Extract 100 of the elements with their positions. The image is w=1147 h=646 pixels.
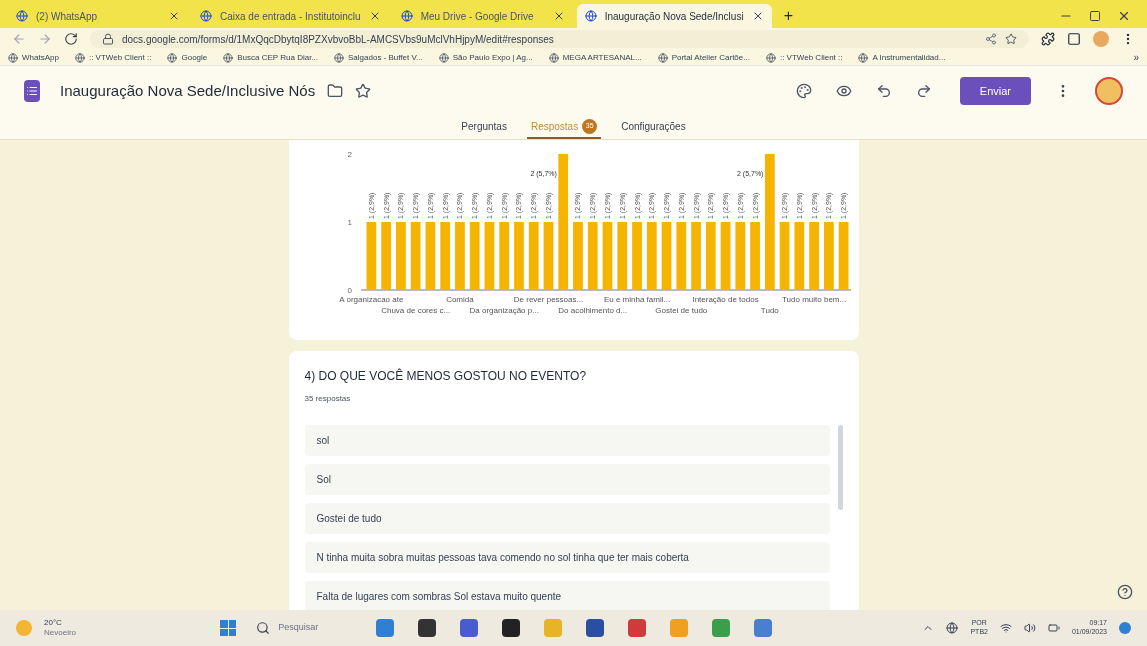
browser-tab[interactable]: Meu Drive - Google Drive — [392, 4, 573, 28]
search-icon — [256, 621, 271, 635]
bar — [395, 222, 406, 290]
sidebar-icon — [1067, 32, 1081, 46]
bar — [572, 222, 583, 290]
bar — [646, 222, 657, 290]
weather-temperature: 20°C — [44, 618, 63, 628]
bookmark[interactable]: MEGA ARTESANAL... — [548, 51, 642, 64]
form-tab[interactable]: Perguntas — [457, 116, 511, 139]
bar — [469, 222, 480, 290]
bar — [587, 222, 598, 290]
maximize-icon — [1089, 10, 1101, 22]
lock-icon — [102, 33, 114, 45]
answer-row: sol — [304, 425, 830, 456]
bookmark[interactable]: A Instrumentalidad... — [858, 51, 946, 64]
x-category-label: Eu e minha famil... — [603, 295, 670, 304]
bar — [779, 222, 789, 290]
bookmark-favicon-icon — [167, 52, 178, 63]
bar — [734, 222, 745, 290]
send-button[interactable]: Enviar — [959, 77, 1031, 105]
tab-favicon-icon — [400, 10, 413, 22]
new-tab-button[interactable]: + — [775, 4, 801, 28]
profile-avatar[interactable] — [1093, 31, 1109, 47]
bar — [602, 222, 612, 290]
bar — [513, 222, 524, 290]
taskbar-app-icon[interactable] — [586, 619, 605, 637]
weather-condition: Nevoeiro — [44, 628, 76, 638]
bookmark-favicon-icon — [223, 52, 234, 63]
bookmark[interactable]: :: VTWeb Client :: — [74, 51, 152, 64]
bar — [484, 222, 494, 290]
y-tick-label: 0 — [347, 286, 352, 295]
x-category-label: Tudo — [760, 306, 779, 315]
bookmark-favicon-icon — [548, 52, 559, 63]
question-title: 4) DO QUE VOCÊ MENOS GOSTOU NO EVENTO? — [304, 367, 588, 385]
browser-tab[interactable]: (2) WhatsApp — [8, 4, 188, 28]
bar — [838, 222, 848, 290]
palette-icon — [795, 83, 812, 99]
back-icon — [12, 32, 26, 46]
bookmark[interactable]: WhatsApp — [8, 51, 59, 64]
bar — [528, 222, 539, 290]
x-category-label: Gostei de tudo — [654, 306, 707, 315]
bookmark[interactable]: Portal Atelier Cartõe... — [657, 51, 750, 64]
bookmark[interactable]: Salgados - Buffet V... — [334, 51, 423, 64]
bar — [690, 222, 701, 290]
weather-icon — [16, 620, 32, 636]
bookmark-favicon-icon — [74, 52, 85, 63]
tab-favicon-icon — [200, 10, 212, 22]
tab-favicon-icon — [584, 10, 597, 22]
bar — [454, 222, 465, 290]
bar — [631, 222, 642, 290]
x-category-label: A organizacao ate — [338, 295, 403, 304]
bar — [498, 222, 509, 290]
address-bar[interactable]: docs.google.com/forms/d/1MxQqcDbytqI8PZXvbvoBbL-AMCSVbs9uMclVhHjpyM/edit#responses — [90, 30, 1029, 48]
close-icon — [1117, 9, 1131, 23]
more-bookmarks[interactable]: » — [1133, 50, 1139, 65]
bookmark-favicon-icon — [8, 52, 18, 63]
volume-icon — [1023, 622, 1036, 634]
start-icon[interactable] — [220, 620, 237, 636]
bookmark-favicon-icon — [765, 52, 776, 63]
wifi-icon — [999, 622, 1012, 634]
scrollbar[interactable] — [837, 425, 843, 510]
answer-row: Falta de lugares com sombras Sol estava muito quente — [304, 581, 830, 610]
folder-icon — [327, 83, 344, 99]
account-avatar[interactable] — [1095, 77, 1123, 105]
taskbar-app-icon[interactable] — [502, 619, 521, 637]
bar — [425, 222, 435, 290]
bookmark-favicon-icon — [858, 52, 869, 63]
bar — [823, 222, 834, 290]
url-text: docs.google.com/forms/d/1MxQqcDbytqI8PZXvbvoBbL-AMCSVbs9uMclVhHjpyM/edit#responses — [122, 32, 554, 47]
y-tick-label: 1 — [347, 218, 352, 227]
bookmark[interactable]: São Paulo Expo | Ag... — [438, 51, 533, 64]
bar — [675, 222, 686, 290]
forms-logo-icon — [24, 80, 40, 102]
tab-title: Inauguração Nova Sede/Inclusi — [604, 9, 744, 24]
browser-tab[interactable]: Caixa de entrada - Institutoinclu — [192, 4, 389, 28]
bookmark-star-icon — [1005, 33, 1017, 45]
bookmark[interactable]: Busca CEP Rua Diar... — [223, 51, 319, 64]
star-icon — [355, 83, 372, 99]
bookmark[interactable]: :: VTWeb Client :: — [765, 51, 843, 64]
taskbar-app-icon[interactable] — [418, 619, 437, 637]
notification-icon[interactable] — [1119, 622, 1131, 634]
browser-tab[interactable]: Inauguração Nova Sede/Inclusi — [576, 4, 772, 28]
bookmark-favicon-icon — [438, 52, 449, 63]
bookmark[interactable]: Google — [167, 51, 208, 64]
answer-row: Sol — [304, 464, 830, 495]
bar — [705, 222, 716, 290]
bar — [793, 222, 804, 290]
bar — [366, 222, 376, 290]
help-icon[interactable] — [1117, 584, 1133, 600]
share-icon — [985, 33, 997, 45]
form-title: Inauguração Nova Sede/Inclusive Nós — [60, 80, 316, 101]
redo-icon — [915, 83, 932, 99]
bar — [380, 222, 391, 290]
bar — [616, 222, 627, 290]
taskbar-search[interactable]: Pesquisar — [248, 617, 359, 639]
bookmark-favicon-icon — [334, 52, 345, 63]
bar — [749, 222, 760, 290]
form-tab[interactable]: Configurações — [617, 116, 690, 139]
x-category-label: Chuva de cores c... — [380, 306, 450, 315]
tab-title: (2) WhatsApp — [36, 9, 99, 24]
